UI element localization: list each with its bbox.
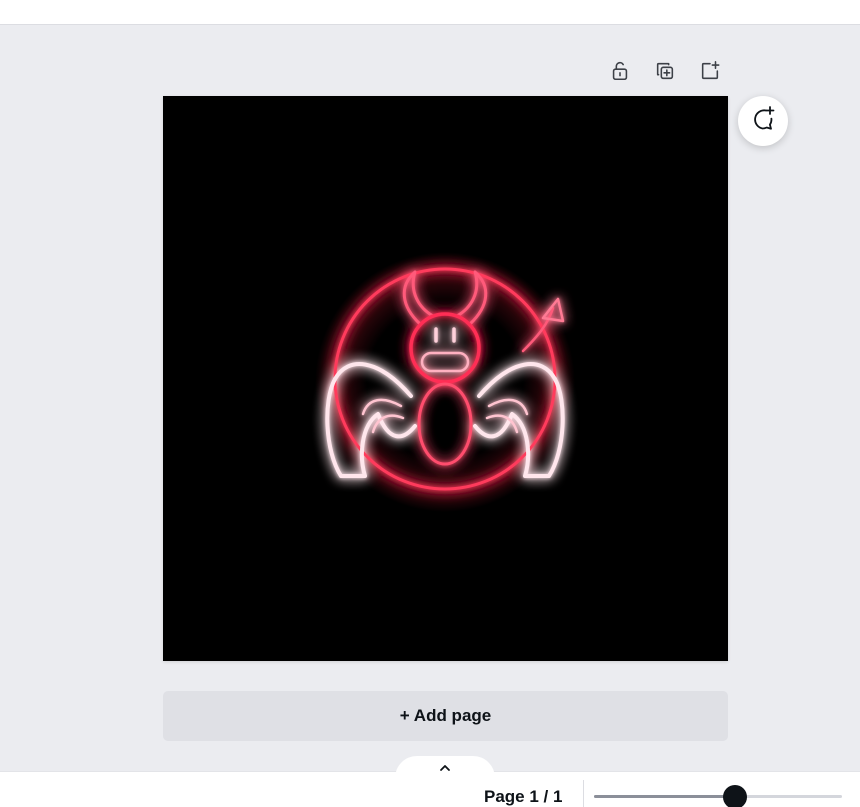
zoom-slider-fill (594, 795, 735, 798)
footer-divider (583, 780, 584, 807)
unlock-icon (609, 60, 631, 87)
top-header-strip (0, 0, 860, 25)
lock-page-button[interactable] (604, 58, 636, 88)
zoom-slider[interactable] (594, 785, 846, 807)
add-page-button[interactable]: + Add page (163, 691, 728, 741)
chevron-up-icon (439, 760, 451, 778)
zoom-slider-thumb[interactable] (723, 785, 747, 807)
duplicate-page-button[interactable] (649, 58, 681, 88)
add-page-toolbar-button[interactable] (694, 58, 726, 88)
neon-devil-artwork[interactable] (163, 96, 728, 661)
add-page-label: + Add page (399, 706, 492, 725)
design-canvas[interactable] (163, 96, 728, 661)
add-comment-button[interactable] (738, 96, 788, 146)
page-indicator[interactable]: Page 1 / 1 (484, 787, 562, 807)
add-page-icon (699, 60, 721, 87)
collapse-pages-toggle[interactable] (395, 756, 495, 778)
page-toolbar (604, 58, 726, 88)
duplicate-page-icon (654, 60, 676, 87)
add-comment-icon (749, 105, 777, 138)
